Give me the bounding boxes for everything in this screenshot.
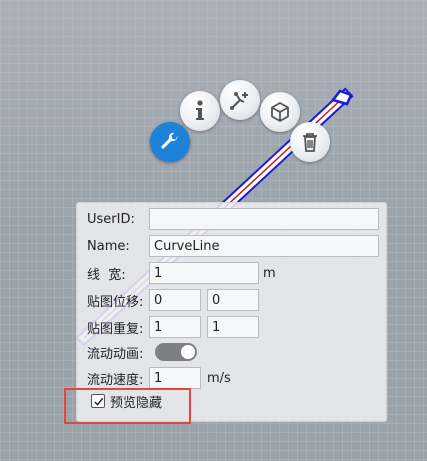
trash-icon <box>303 133 317 152</box>
cube-button[interactable] <box>260 92 300 132</box>
flow-speed-row: 流动速度: m/s <box>77 366 386 390</box>
flow-speed-unit: m/s <box>207 370 231 386</box>
texture-repeat-label: 贴图重复: <box>87 321 144 337</box>
flow-animation-label: 流动动画: <box>87 346 144 362</box>
name-row: Name: <box>77 234 386 258</box>
add-point-icon <box>230 92 248 110</box>
info-icon <box>196 100 204 120</box>
highlight-box <box>64 388 191 424</box>
texture-offset-y-field[interactable] <box>207 289 259 311</box>
texture-repeat-y-field[interactable] <box>207 316 259 338</box>
line-width-unit: m <box>263 265 276 281</box>
name-field[interactable] <box>149 235 379 257</box>
wrench-button[interactable] <box>150 122 190 162</box>
flow-speed-field[interactable] <box>149 367 201 389</box>
line-width-label: 线 宽: <box>87 267 126 283</box>
userid-row: UserID: <box>77 207 386 231</box>
flow-speed-label: 流动速度: <box>87 372 144 388</box>
name-label: Name: <box>87 238 130 254</box>
userid-field[interactable] <box>149 208 379 230</box>
texture-offset-label: 贴图位移: <box>87 294 144 310</box>
userid-label: UserID: <box>87 211 135 227</box>
flow-animation-row: 流动动画: <box>77 340 386 364</box>
cube-icon <box>271 102 289 122</box>
toggle-knob <box>181 345 195 359</box>
info-button[interactable] <box>180 91 220 131</box>
texture-offset-row: 贴图位移: <box>77 288 386 312</box>
texture-offset-x-field[interactable] <box>149 289 201 311</box>
add-point-button[interactable] <box>220 80 260 120</box>
texture-repeat-row: 贴图重复: <box>77 315 386 339</box>
flow-animation-toggle[interactable] <box>155 343 197 361</box>
texture-repeat-x-field[interactable] <box>149 316 201 338</box>
line-width-row: 线 宽: m <box>77 261 386 285</box>
line-width-field[interactable] <box>149 262 259 284</box>
trash-button[interactable] <box>290 122 330 162</box>
wrench-icon <box>161 132 178 149</box>
